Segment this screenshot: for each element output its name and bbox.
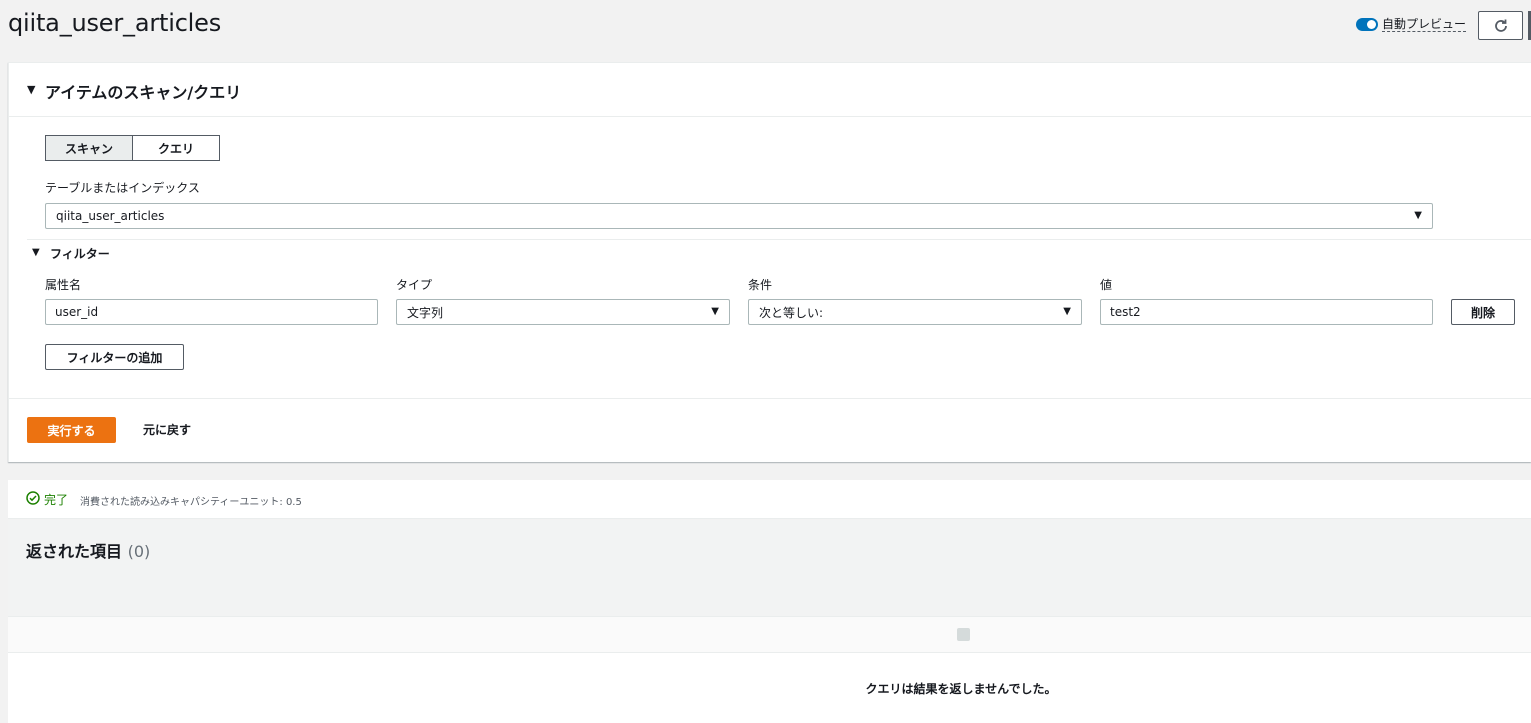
reset-button[interactable]: 元に戻す [143,421,191,438]
condition-select[interactable]: 次と等しい: ▼ [748,299,1082,325]
empty-results-message: クエリは結果を返しませんでした。 [865,682,1057,696]
dropdown-arrow-icon: ▼ [1063,306,1071,317]
filter-caret-icon[interactable]: ▼ [32,247,40,258]
dropdown-arrow-icon: ▼ [1414,210,1422,221]
type-select-value: 文字列 [407,305,444,320]
tab-query[interactable]: クエリ [133,135,220,161]
add-filter-button[interactable]: フィルターの追加 [45,344,184,370]
page-title: qiita_user_articles [8,9,222,37]
mode-segmented-control: スキャン クエリ [45,135,220,161]
status-state: 完了 [44,493,69,507]
results-header: 返された項目 (0) [8,520,1531,617]
results-title-text: 返された項目 [26,542,123,561]
table-select[interactable]: qiita_user_articles ▼ [45,203,1433,229]
status-detail: 消費された読み込みキャパシティーユニット: 0.5 [80,497,302,508]
table-label: テーブルまたはインデックス [45,181,200,195]
delete-filter-button[interactable]: 削除 [1451,299,1515,325]
condition-label: 条件 [748,278,773,292]
tab-scan[interactable]: スキャン [45,135,133,161]
results-count: (0) [127,542,151,561]
status-bar: 完了 消費された読み込みキャパシティーユニット: 0.5 [8,480,1531,519]
panel-title: アイテムのスキャン/クエリ [45,83,242,102]
refresh-icon [1494,19,1507,32]
type-select[interactable]: 文字列 ▼ [396,299,730,325]
page-header: qiita_user_articles 自動プレビュー [0,0,1531,62]
results-title: 返された項目 (0) [26,538,150,562]
table-select-value: qiita_user_articles [56,209,165,223]
attr-name-input[interactable]: user_id [45,299,378,325]
value-label: 値 [1100,278,1113,292]
refresh-button[interactable] [1478,11,1523,40]
auto-preview-label: 自動プレビュー [1382,17,1467,32]
run-button[interactable]: 実行する [27,417,116,443]
condition-select-value: 次と等しい: [759,305,824,320]
scan-query-panel: ▼ アイテムのスキャン/クエリ スキャン クエリ テーブルまたはインデックス q… [8,62,1531,462]
value-input[interactable]: test2 [1100,299,1433,325]
type-label: タイプ [396,278,433,292]
panel-header[interactable]: ▼ アイテムのスキャン/クエリ [9,63,1531,117]
filter-title[interactable]: フィルター [50,245,110,262]
divider [9,398,1531,399]
divider [27,239,1531,240]
attr-name-label: 属性名 [45,278,82,292]
caret-down-icon: ▼ [27,83,36,96]
dropdown-arrow-icon: ▼ [711,306,719,317]
success-check-icon [26,491,40,505]
select-all-checkbox[interactable] [957,628,970,641]
toggle-switch[interactable] [1356,18,1378,31]
results-panel: 返された項目 (0) クエリは結果を返しませんでした。 [8,520,1531,723]
table-header-row [8,617,1531,653]
auto-preview-toggle[interactable]: 自動プレビュー [1356,17,1467,32]
